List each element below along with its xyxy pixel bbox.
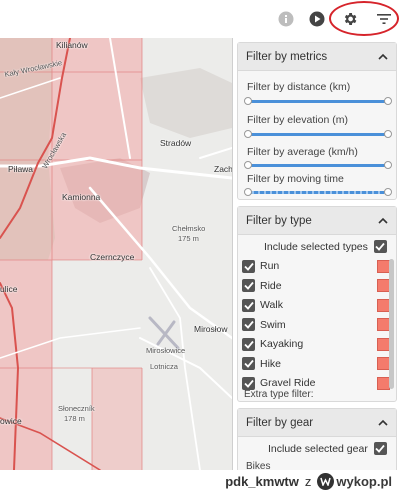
map-label-lotnicza: Lotnicza bbox=[150, 362, 178, 371]
include-gear-label: Include selected gear bbox=[268, 442, 368, 455]
checkbox[interactable] bbox=[242, 279, 255, 292]
average-slider[interactable] bbox=[244, 161, 392, 169]
extra-type-filter-label: Extra type filter: bbox=[244, 389, 314, 400]
chevron-up-icon[interactable] bbox=[378, 52, 388, 62]
checkbox[interactable] bbox=[242, 259, 255, 273]
type-row-walk[interactable]: Walk bbox=[242, 296, 390, 314]
info-icon[interactable] bbox=[276, 9, 296, 29]
map-label-mirostowice: Mirosłow bbox=[194, 324, 228, 334]
map-label-sloneczník: Słoneczník bbox=[58, 404, 95, 413]
chevron-up-icon[interactable] bbox=[378, 418, 388, 428]
slider-max-handle[interactable] bbox=[384, 97, 392, 105]
checkbox[interactable] bbox=[242, 357, 255, 370]
type-label: Gravel Ride bbox=[260, 377, 316, 389]
wykop-logo: wykop.pl bbox=[317, 473, 392, 490]
map-label-kamionna: Kamionna bbox=[62, 192, 101, 202]
type-label: Ride bbox=[260, 279, 282, 292]
include-types-label: Include selected types bbox=[264, 240, 368, 253]
map-label-ulice: ulice bbox=[0, 284, 18, 294]
gear-header[interactable]: Filter by gear bbox=[238, 409, 396, 437]
watermark-site: wykop.pl bbox=[336, 474, 392, 489]
metrics-header[interactable]: Filter by metrics bbox=[238, 43, 396, 71]
type-row-swim[interactable]: Swim bbox=[242, 316, 390, 334]
slider-max-handle[interactable] bbox=[384, 161, 392, 169]
type-list-scrollbar[interactable] bbox=[389, 259, 394, 389]
play-icon[interactable] bbox=[307, 9, 327, 29]
highlight-annotation bbox=[329, 1, 399, 36]
type-title: Filter by type bbox=[246, 214, 312, 227]
type-label: Swim bbox=[260, 318, 286, 331]
distance-slider[interactable] bbox=[244, 97, 392, 105]
gear-section: Filter by gear Include selected gear Bik… bbox=[237, 408, 397, 470]
map-label-mirostowice-airport: Mirosłowice bbox=[146, 346, 186, 355]
top-toolbar bbox=[0, 0, 400, 38]
include-gear-checkbox[interactable] bbox=[373, 442, 387, 455]
type-row-ride[interactable]: Ride bbox=[242, 277, 390, 295]
map-label-stradow: Stradów bbox=[160, 138, 192, 148]
type-header[interactable]: Filter by type bbox=[238, 207, 396, 235]
include-gear-row[interactable]: Include selected gear bbox=[268, 442, 387, 455]
elevation-label: Filter by elevation (m) bbox=[247, 114, 348, 126]
map-label-owice: owice bbox=[0, 416, 22, 426]
bikes-group-label: Bikes bbox=[246, 461, 271, 470]
checkbox[interactable] bbox=[242, 337, 255, 351]
type-label: Kayaking bbox=[260, 338, 304, 350]
slider-min-handle[interactable] bbox=[244, 130, 252, 138]
map-label-sloneczník-elev: 178 m bbox=[64, 414, 85, 423]
average-label: Filter by average (km/h) bbox=[247, 146, 358, 158]
type-row-kayaking[interactable]: Kayaking bbox=[242, 335, 390, 353]
metrics-title: Filter by metrics bbox=[246, 50, 328, 63]
map-label-czernczyce: Czernczyce bbox=[90, 252, 135, 262]
chevron-up-icon[interactable] bbox=[378, 216, 388, 226]
slider-min-handle[interactable] bbox=[244, 97, 252, 105]
moving-time-slider[interactable] bbox=[244, 188, 392, 196]
map-view[interactable]: Kilianów Kały Wrocławskie Wrocławska Pił… bbox=[0, 38, 232, 470]
map-label-zach: Zach bbox=[214, 164, 232, 174]
watermark-separator: z bbox=[304, 474, 312, 489]
slider-max-handle[interactable] bbox=[384, 188, 392, 196]
moving-time-label: Filter by moving time bbox=[247, 173, 344, 185]
map-label-chelmsko-elev: 175 m bbox=[178, 234, 199, 243]
type-label: Walk bbox=[260, 299, 283, 311]
checkbox[interactable] bbox=[242, 376, 255, 390]
map-label-chelmsko: Chełmsko bbox=[172, 224, 206, 233]
type-row-hike[interactable]: Hike bbox=[242, 355, 390, 373]
include-types-checkbox[interactable] bbox=[373, 240, 387, 253]
watermark: pdk_kmwtw z wykop.pl bbox=[225, 473, 392, 490]
map-label-kilianow: Kilianów bbox=[56, 40, 88, 50]
watermark-user: pdk_kmwtw bbox=[225, 474, 299, 489]
slider-max-handle[interactable] bbox=[384, 130, 392, 138]
checkbox[interactable] bbox=[242, 318, 255, 331]
checkbox[interactable] bbox=[242, 298, 255, 312]
elevation-slider[interactable] bbox=[244, 130, 392, 138]
map-label-pilawa: Piława bbox=[8, 164, 34, 174]
slider-min-handle[interactable] bbox=[244, 188, 252, 196]
type-label: Hike bbox=[260, 357, 282, 370]
type-row-run[interactable]: Run bbox=[242, 257, 390, 275]
distance-label: Filter by distance (km) bbox=[247, 81, 351, 93]
wykop-logo-icon bbox=[317, 473, 335, 490]
filter-panel: Filter by metrics Filter by distance (km… bbox=[232, 38, 400, 470]
gear-title: Filter by gear bbox=[246, 416, 314, 429]
bottom-bar: pdk_kmwtw z wykop.pl bbox=[0, 470, 400, 494]
metrics-section: Filter by metrics Filter by distance (km… bbox=[237, 42, 397, 200]
include-types-row[interactable]: Include selected types bbox=[264, 240, 387, 253]
slider-min-handle[interactable] bbox=[244, 161, 252, 169]
type-label: Run bbox=[260, 260, 280, 272]
type-section: Filter by type Include selected types Ru… bbox=[237, 206, 397, 402]
